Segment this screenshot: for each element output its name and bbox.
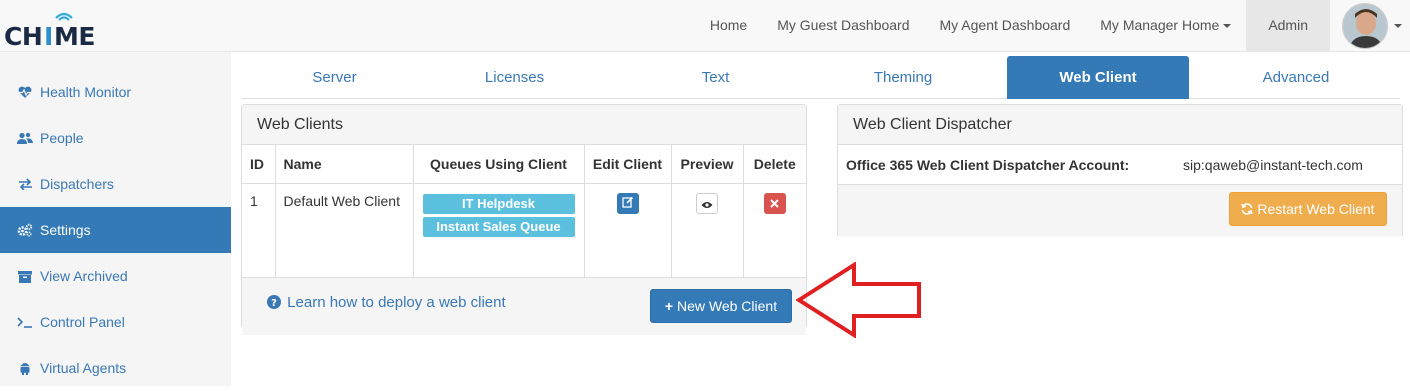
- web-clients-table: ID Name Queues Using Client Edit Client …: [242, 145, 806, 277]
- nav-manager-home[interactable]: My Manager Home: [1085, 0, 1246, 51]
- archive-icon: [17, 268, 33, 284]
- terminal-icon: [17, 314, 33, 330]
- caret-down-icon: [1394, 23, 1402, 28]
- eye-icon: [701, 201, 713, 208]
- sidebar-item-label: People: [40, 130, 84, 146]
- svg-text:CH: CH: [4, 22, 42, 48]
- cell-preview: [671, 183, 744, 277]
- nav-home[interactable]: Home: [695, 0, 762, 51]
- panel-title: Web Clients: [242, 105, 806, 145]
- dispatcher-account-value: sip:qaweb@instant-tech.com: [1183, 157, 1363, 173]
- chime-logo[interactable]: CH I ME: [4, 8, 104, 51]
- cell-id: 1: [242, 183, 276, 277]
- refresh-icon: [1241, 203, 1254, 215]
- nav-manager-home-label: My Manager Home: [1100, 17, 1220, 33]
- heartbeat-icon: [17, 84, 33, 100]
- cogs-icon: [17, 222, 33, 238]
- avatar: [1342, 2, 1388, 49]
- annotation-arrow-icon: [796, 262, 921, 338]
- android-icon: [17, 360, 33, 376]
- caret-down-icon: [1223, 24, 1232, 29]
- restart-web-client-button[interactable]: Restart Web Client: [1229, 192, 1387, 226]
- new-web-client-label: New Web Client: [676, 298, 778, 314]
- cell-name: Default Web Client: [275, 183, 414, 277]
- tab-advanced[interactable]: Advanced: [1202, 56, 1390, 99]
- column-header: Delete: [743, 145, 806, 184]
- close-icon: [770, 198, 779, 208]
- svg-text:ME: ME: [54, 22, 95, 48]
- sidebar-item-settings[interactable]: Settings: [0, 207, 231, 253]
- edit-client-button[interactable]: [616, 192, 639, 214]
- column-header: ID: [242, 145, 276, 184]
- column-header: Name: [275, 145, 414, 184]
- svg-text:I: I: [44, 22, 53, 48]
- sidebar-item-virtual-agents[interactable]: Virtual Agents: [0, 345, 231, 391]
- web-clients-panel: Web Clients ID Name Queues Using Client …: [241, 104, 807, 335]
- column-header: Preview: [671, 145, 744, 184]
- nav-guest-dashboard[interactable]: My Guest Dashboard: [762, 0, 924, 51]
- plus-icon: +: [664, 298, 674, 314]
- tab-server[interactable]: Server: [242, 56, 427, 99]
- new-web-client-button[interactable]: + New Web Client: [650, 289, 792, 323]
- sidebar-item-health-monitor[interactable]: Health Monitor: [0, 69, 231, 115]
- exchange-icon: [17, 176, 33, 192]
- sidebar-item-dispatchers[interactable]: Dispatchers: [0, 161, 231, 207]
- sidebar-item-view-archived[interactable]: View Archived: [0, 253, 231, 299]
- tab-licenses[interactable]: Licenses: [427, 56, 602, 99]
- panel-title: Web Client Dispatcher: [838, 105, 1402, 145]
- column-header: Queues Using Client: [413, 145, 585, 184]
- sidebar-item-label: Health Monitor: [40, 84, 132, 100]
- queue-badge: IT Helpdesk: [422, 193, 575, 214]
- cell-edit: [584, 183, 672, 277]
- sidebar-item-control-panel[interactable]: Control Panel: [0, 299, 231, 345]
- learn-deploy-label: Learn how to deploy a web client: [287, 294, 506, 311]
- nav-admin[interactable]: Admin: [1246, 0, 1330, 51]
- web-client-dispatcher-panel: Web Client Dispatcher Office 365 Web Cli…: [837, 104, 1403, 237]
- sidebar-item-people[interactable]: People: [0, 115, 231, 161]
- restart-web-client-label: Restart Web Client: [1257, 201, 1375, 217]
- svg-text:?: ?: [271, 298, 277, 309]
- learn-deploy-link[interactable]: ? Learn how to deploy a web client: [267, 294, 506, 311]
- dispatcher-account-row: Office 365 Web Client Dispatcher Account…: [838, 145, 1402, 185]
- queue-badge: Instant Sales Queue: [422, 216, 575, 237]
- sidebar-item-label: Dispatchers: [40, 176, 114, 192]
- sidebar-item-label: View Archived: [40, 268, 128, 284]
- tab-theming[interactable]: Theming: [813, 56, 993, 99]
- panel-footer: ? Learn how to deploy a web client + New…: [242, 277, 806, 335]
- nav-agent-dashboard[interactable]: My Agent Dashboard: [925, 0, 1086, 51]
- table-row: 1 Default Web Client IT Helpdesk Instant…: [242, 183, 806, 277]
- sidebar: Health Monitor People Dispatchers Settin…: [0, 52, 231, 386]
- edit-icon: [621, 196, 633, 208]
- sidebar-item-label: Settings: [40, 222, 91, 238]
- delete-button[interactable]: [763, 192, 786, 214]
- settings-tabs: Server Licenses Text Theming Web Client …: [242, 56, 1400, 99]
- question-circle-icon: ?: [267, 295, 281, 309]
- tab-web-client[interactable]: Web Client: [1007, 56, 1189, 99]
- panel-footer: Restart Web Client: [838, 185, 1402, 237]
- user-menu[interactable]: [1330, 0, 1410, 51]
- sidebar-item-label: Control Panel: [40, 314, 125, 330]
- sidebar-item-label: Virtual Agents: [40, 360, 127, 376]
- dispatcher-account-label: Office 365 Web Client Dispatcher Account…: [846, 157, 1130, 173]
- tab-text[interactable]: Text: [618, 56, 813, 99]
- cell-queues: IT Helpdesk Instant Sales Queue: [413, 183, 585, 277]
- column-header: Edit Client: [584, 145, 672, 184]
- preview-button[interactable]: [696, 192, 718, 214]
- users-icon: [17, 130, 33, 146]
- top-navbar: CH I ME Home My Guest Dashboard My Agent…: [0, 0, 1410, 52]
